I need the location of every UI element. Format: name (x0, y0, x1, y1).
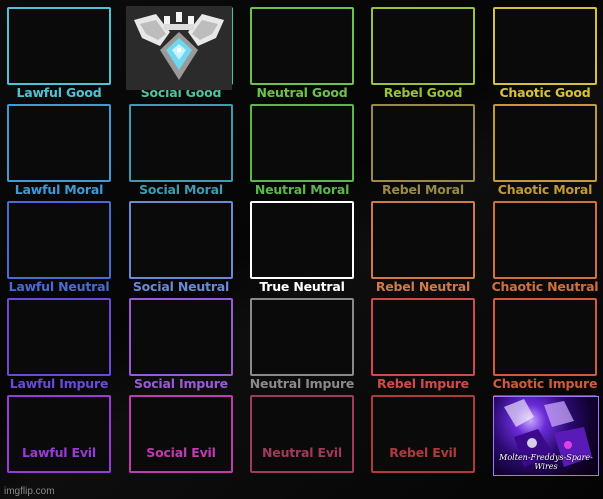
alignment-label: Lawful Moral (14, 182, 104, 197)
alignment-label: Chaotic Impure (492, 376, 598, 391)
alignment-cell: Neutral Impure (250, 298, 354, 391)
alignment-cell: Chaotic Moral (493, 104, 597, 197)
alignment-label: Rebel Evil (389, 445, 457, 460)
alignment-box (129, 395, 233, 473)
alignment-box (371, 201, 475, 279)
alignment-box (250, 395, 354, 473)
alignment-cell: Lawful Impure (7, 298, 111, 391)
alignment-cell: Chaotic Good (493, 7, 597, 100)
alignment-label: Chaotic Good (499, 85, 591, 100)
alignment-label: Social Evil (146, 445, 216, 460)
alignment-box (250, 104, 354, 182)
alignment-label: Lawful Good (16, 85, 102, 100)
alignment-cell: Lawful Good (7, 7, 111, 100)
alignment-cell: Lawful Evil (7, 395, 111, 473)
alignment-label: Rebel Neutral (375, 279, 471, 294)
alignment-label: Rebel Good (383, 85, 463, 100)
alignment-box (250, 201, 354, 279)
alignment-box (250, 7, 354, 85)
alignment-box (493, 104, 597, 182)
alignment-box (7, 7, 111, 85)
alignment-label: Chaotic Moral (497, 182, 593, 197)
alignment-box (371, 7, 475, 85)
alignment-box (371, 298, 475, 376)
alignment-box (250, 298, 354, 376)
alignment-label: Neutral Good (256, 85, 348, 100)
alignment-box (493, 298, 597, 376)
alignment-cell: Social Moral (129, 104, 233, 197)
alignment-cell: Neutral Moral (250, 104, 354, 197)
alignment-label: Lawful Evil (22, 445, 96, 460)
alignment-cell: Social Impure (129, 298, 233, 391)
avatar-image (126, 6, 232, 90)
alignment-box (129, 201, 233, 279)
alignment-cell: Lawful Neutral (7, 201, 111, 294)
alignment-box (7, 104, 111, 182)
alignment-box (493, 201, 597, 279)
alignment-box (7, 201, 111, 279)
alignment-box (371, 395, 475, 473)
alignment-label: Social Impure (134, 376, 228, 391)
alignment-cell: Neutral Good (250, 7, 354, 100)
alignment-cell: Social Neutral (129, 201, 233, 294)
alignment-cell: Social Evil (129, 395, 233, 473)
alignment-cell: True Neutral (250, 201, 354, 294)
alignment-cell: Chaotic Neutral (492, 201, 599, 294)
alignment-cell: Chaotic Impure (493, 298, 597, 391)
alignment-label: Neutral Moral (254, 182, 350, 197)
alignment-cell: Neutral Evil (250, 395, 354, 473)
alignment-box (129, 104, 233, 182)
alignment-label: Neutral Evil (262, 445, 342, 460)
alignment-label: Rebel Impure (377, 376, 469, 391)
alignment-cell: Lawful Moral (7, 104, 111, 197)
alignment-box (7, 395, 111, 473)
alignment-cell: Rebel Good (371, 7, 475, 100)
alignment-label: Social Moral (139, 182, 223, 197)
alignment-label: Social Neutral (132, 279, 230, 294)
emblem-icon (126, 6, 232, 90)
alignment-box (129, 298, 233, 376)
image-caption: Molten-Freddys-Spare-Wires (499, 453, 593, 471)
chaotic-evil-image: Molten-Freddys-Spare-Wires (493, 396, 599, 476)
alignment-box (7, 298, 111, 376)
alignment-label: True Neutral (259, 279, 345, 294)
alignment-label: Neutral Impure (249, 376, 355, 391)
alignment-box (371, 104, 475, 182)
alignment-label: Lawful Neutral (8, 279, 110, 294)
alignment-cell: Rebel Moral (371, 104, 475, 197)
alignment-label: Lawful Impure (9, 376, 109, 391)
alignment-label: Chaotic Neutral (491, 279, 599, 294)
alignment-label: Rebel Moral (382, 182, 464, 197)
alignment-box (493, 7, 597, 85)
alignment-cell: Rebel Impure (371, 298, 475, 391)
watermark: imgflip.com (4, 486, 55, 497)
alignment-cell: Rebel Evil (371, 395, 475, 473)
alignment-cell: Rebel Neutral (371, 201, 475, 294)
